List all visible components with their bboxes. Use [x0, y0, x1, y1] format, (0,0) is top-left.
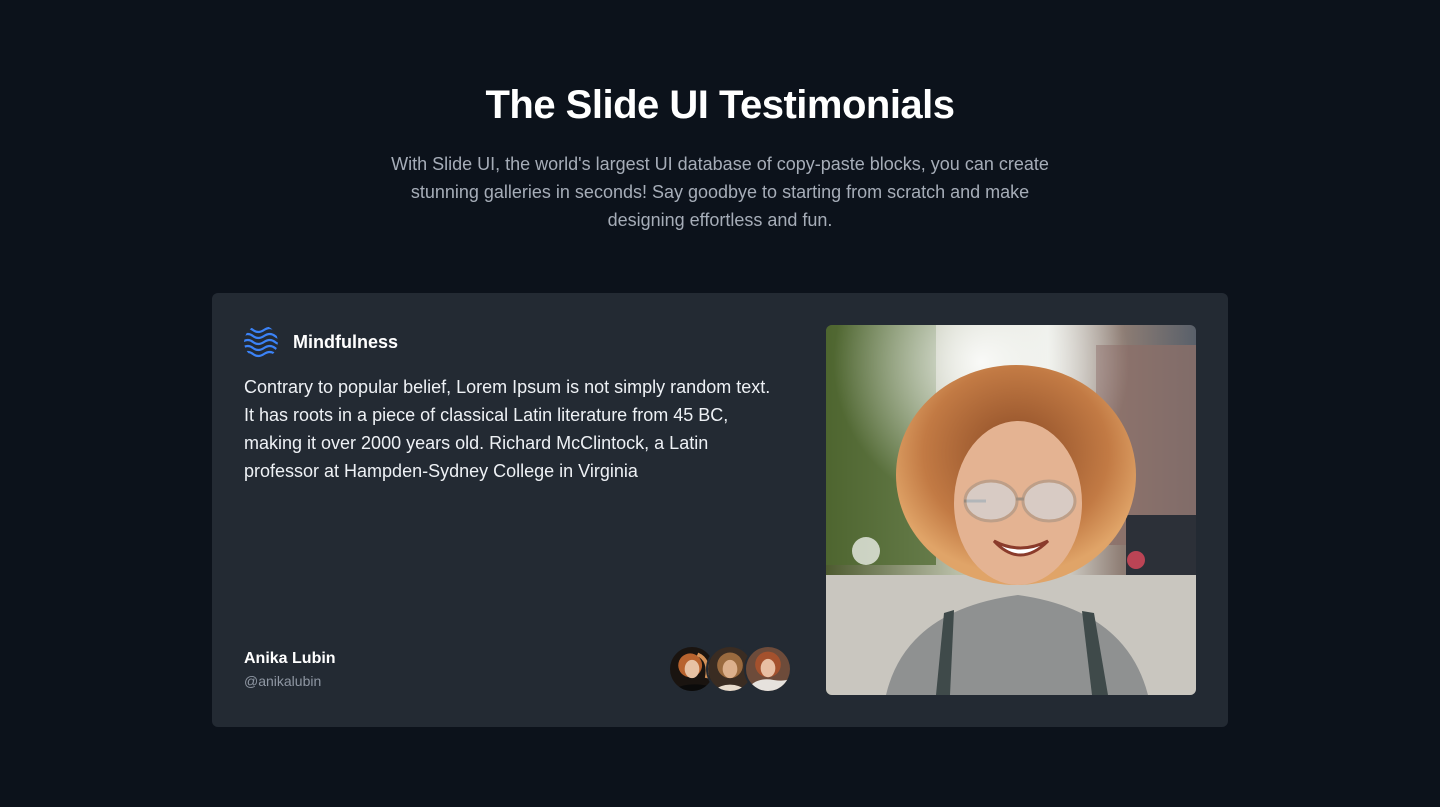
testimonials-page: The Slide UI Testimonials With Slide UI,…: [0, 0, 1440, 807]
brand-name: Mindfulness: [293, 331, 399, 352]
avatar-group: [668, 645, 792, 693]
testimonial-card: Mindfulness Contrary to popular belief, …: [212, 293, 1228, 727]
waves-logo-icon: [244, 325, 278, 359]
brand: Mindfulness: [244, 325, 398, 359]
testimonial-quote: Contrary to popular belief, Lorem Ipsum …: [244, 377, 771, 481]
author-name: Anika Lubin: [244, 650, 336, 667]
page-subtitle: With Slide UI, the world's largest UI da…: [391, 154, 1049, 230]
author-handle: @anikalubin: [244, 673, 322, 689]
author: Anika Lubin @anikalubin: [244, 649, 336, 691]
avatar[interactable]: [744, 645, 792, 693]
page-title: The Slide UI Testimonials: [485, 83, 955, 127]
smiling-woman-photo: [826, 325, 1196, 695]
section-header: The Slide UI Testimonials With Slide UI,…: [0, 80, 1440, 234]
